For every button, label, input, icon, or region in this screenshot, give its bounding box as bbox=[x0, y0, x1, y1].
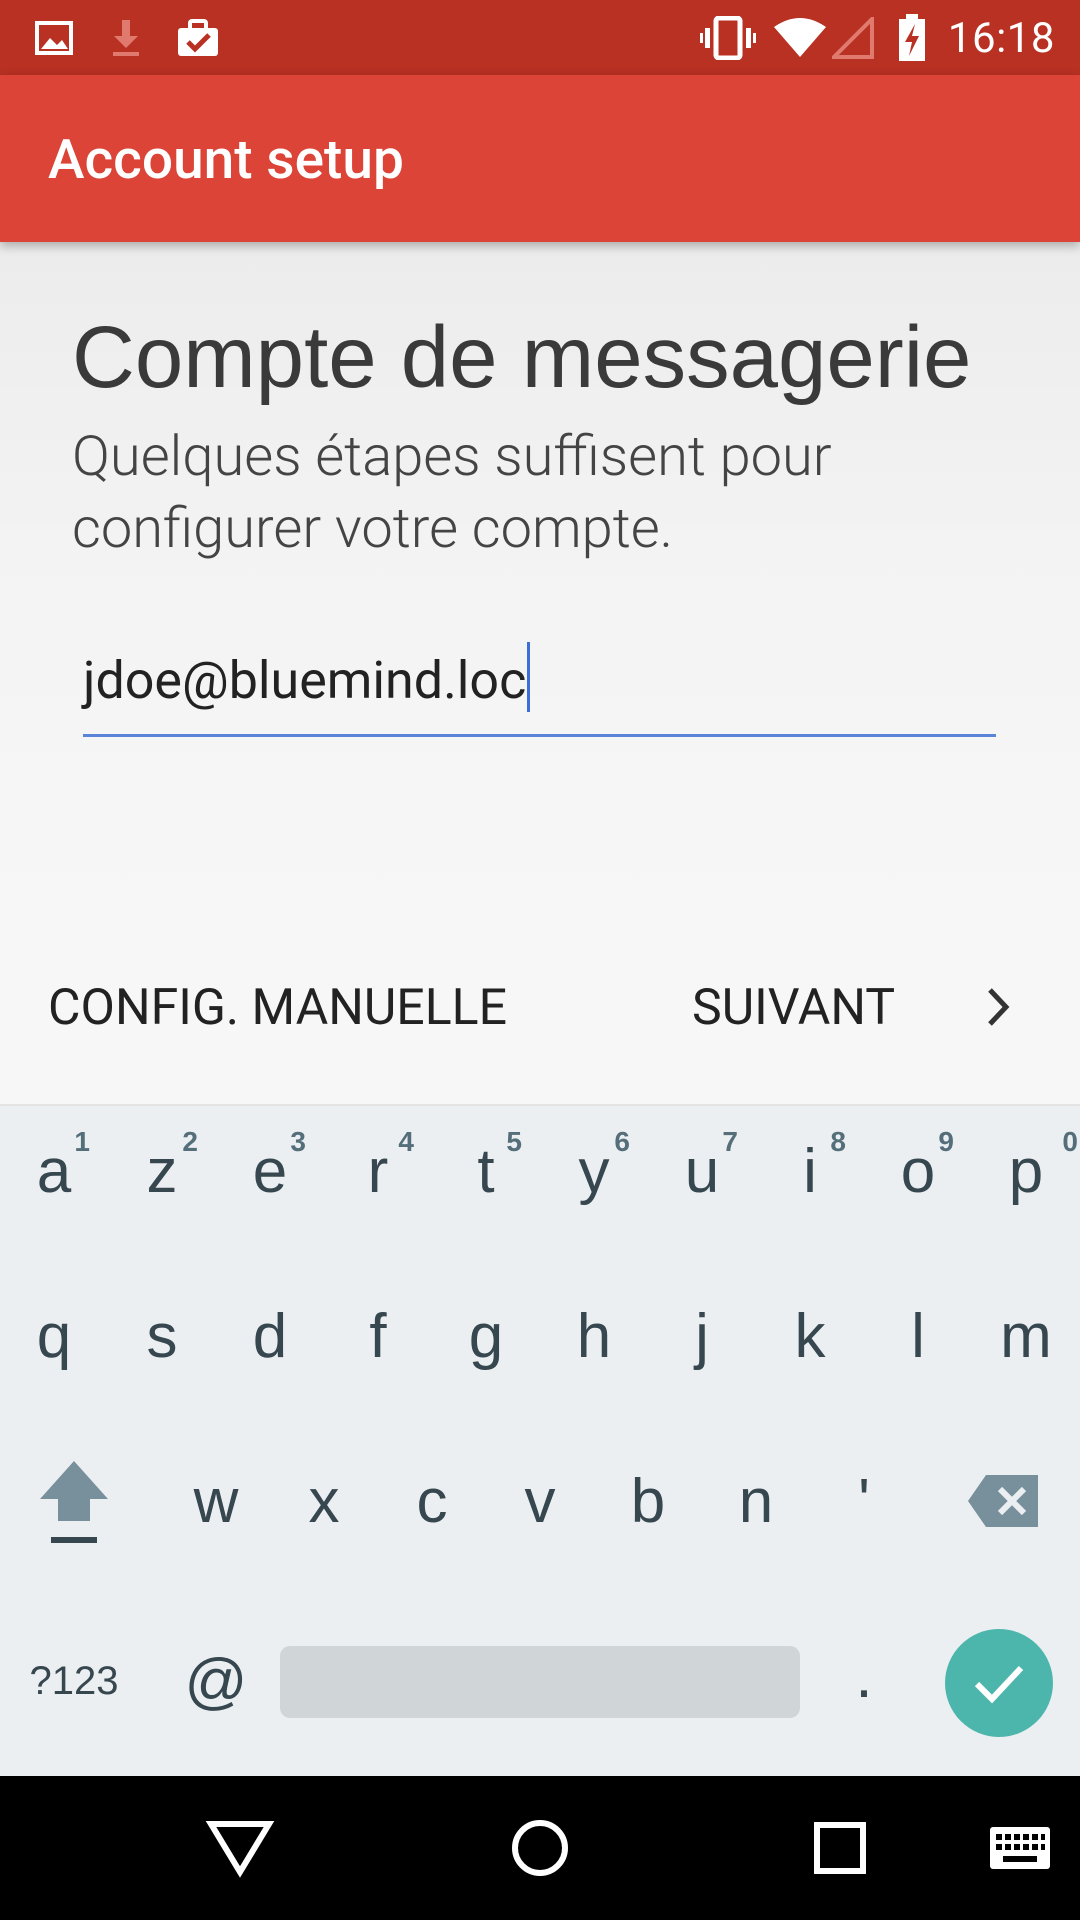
key-z[interactable]: z2 bbox=[108, 1106, 216, 1236]
keyboard: a1 z2 e3 r4 t5 y6 u7 i8 o9 p0 q s d f g … bbox=[0, 1106, 1080, 1776]
back-icon bbox=[205, 1821, 275, 1878]
app-bar-title: Account setup bbox=[48, 128, 404, 192]
key-h[interactable]: h bbox=[540, 1271, 648, 1401]
enter-key[interactable] bbox=[945, 1629, 1053, 1737]
key-hint: 3 bbox=[290, 1126, 306, 1157]
email-field[interactable]: jdoe@bluemind.loc bbox=[83, 632, 996, 737]
space-key[interactable] bbox=[280, 1646, 800, 1718]
check-icon bbox=[974, 1665, 1024, 1704]
key-d[interactable]: d bbox=[216, 1271, 324, 1401]
backspace-icon bbox=[968, 1475, 1038, 1527]
keyboard-switch-button[interactable] bbox=[980, 1776, 1060, 1920]
key-p[interactable]: p0 bbox=[972, 1106, 1080, 1236]
clipboard-check-icon bbox=[176, 0, 220, 75]
key-v[interactable]: v bbox=[486, 1436, 594, 1566]
signal-icon bbox=[832, 0, 876, 75]
key-u[interactable]: u7 bbox=[648, 1106, 756, 1236]
key-hint: 0 bbox=[1062, 1126, 1078, 1157]
key-hint: 2 bbox=[182, 1126, 198, 1157]
key-hint: 7 bbox=[722, 1126, 738, 1157]
key-g[interactable]: g bbox=[432, 1271, 540, 1401]
navigation-bar bbox=[0, 1776, 1080, 1920]
recents-icon bbox=[814, 1822, 866, 1874]
key-t[interactable]: t5 bbox=[432, 1106, 540, 1236]
key-hint: 1 bbox=[74, 1126, 90, 1157]
key-f[interactable]: f bbox=[324, 1271, 432, 1401]
button-bar: CONFIG. MANUELLE SUIVANT bbox=[0, 912, 1080, 1106]
key-j[interactable]: j bbox=[648, 1271, 756, 1401]
battery-charging-icon bbox=[896, 0, 928, 75]
page-title: Compte de messagerie bbox=[72, 309, 972, 406]
app-bar: Account setup bbox=[0, 75, 1080, 242]
home-icon bbox=[512, 1820, 568, 1876]
status-bar: 16:18 bbox=[0, 0, 1080, 75]
key-hint: 8 bbox=[830, 1126, 846, 1157]
image-icon bbox=[34, 0, 74, 75]
key-x[interactable]: x bbox=[270, 1436, 378, 1566]
shift-icon bbox=[40, 1461, 108, 1543]
key-apostrophe[interactable]: ' bbox=[810, 1436, 918, 1566]
next-button[interactable]: SUIVANT bbox=[692, 912, 895, 1104]
key-a[interactable]: a1 bbox=[0, 1106, 108, 1236]
setup-content: Compte de messagerie Quelques étapes suf… bbox=[0, 242, 1080, 1106]
key-q[interactable]: q bbox=[0, 1271, 108, 1401]
page-subtitle: Quelques étapes suffisent pour configure… bbox=[72, 423, 832, 561]
key-l[interactable]: l bbox=[864, 1271, 972, 1401]
key-b[interactable]: b bbox=[594, 1436, 702, 1566]
shift-key[interactable] bbox=[20, 1436, 128, 1566]
at-key[interactable]: @ bbox=[162, 1616, 270, 1746]
key-o[interactable]: o9 bbox=[864, 1106, 972, 1236]
key-c[interactable]: c bbox=[378, 1436, 486, 1566]
key-n[interactable]: n bbox=[702, 1436, 810, 1566]
key-m[interactable]: m bbox=[972, 1271, 1080, 1401]
key-i[interactable]: i8 bbox=[756, 1106, 864, 1236]
chevron-right-icon[interactable] bbox=[978, 982, 1018, 1032]
key-e[interactable]: e3 bbox=[216, 1106, 324, 1236]
recents-button[interactable] bbox=[780, 1776, 900, 1920]
key-s[interactable]: s bbox=[108, 1271, 216, 1401]
back-button[interactable] bbox=[180, 1776, 300, 1920]
key-hint: 5 bbox=[506, 1126, 522, 1157]
backspace-key[interactable] bbox=[950, 1436, 1058, 1566]
key-hint: 4 bbox=[398, 1126, 414, 1157]
key-hint: 9 bbox=[938, 1126, 954, 1157]
wifi-icon bbox=[772, 0, 828, 75]
keyboard-icon bbox=[990, 1827, 1050, 1869]
email-value[interactable]: jdoe@bluemind.loc bbox=[83, 650, 526, 711]
text-caret bbox=[527, 642, 531, 712]
status-time: 16:18 bbox=[947, 14, 1055, 63]
key-hint: 6 bbox=[614, 1126, 630, 1157]
vibrate-icon bbox=[700, 0, 756, 75]
key-r[interactable]: r4 bbox=[324, 1106, 432, 1236]
key-y[interactable]: y6 bbox=[540, 1106, 648, 1236]
period-key[interactable]: . bbox=[810, 1611, 918, 1741]
symbols-key[interactable]: ?123 bbox=[20, 1616, 128, 1746]
manual-config-button[interactable]: CONFIG. MANUELLE bbox=[48, 912, 507, 1104]
key-w[interactable]: w bbox=[162, 1436, 270, 1566]
download-icon bbox=[106, 0, 146, 75]
home-button[interactable] bbox=[480, 1776, 600, 1920]
key-k[interactable]: k bbox=[756, 1271, 864, 1401]
